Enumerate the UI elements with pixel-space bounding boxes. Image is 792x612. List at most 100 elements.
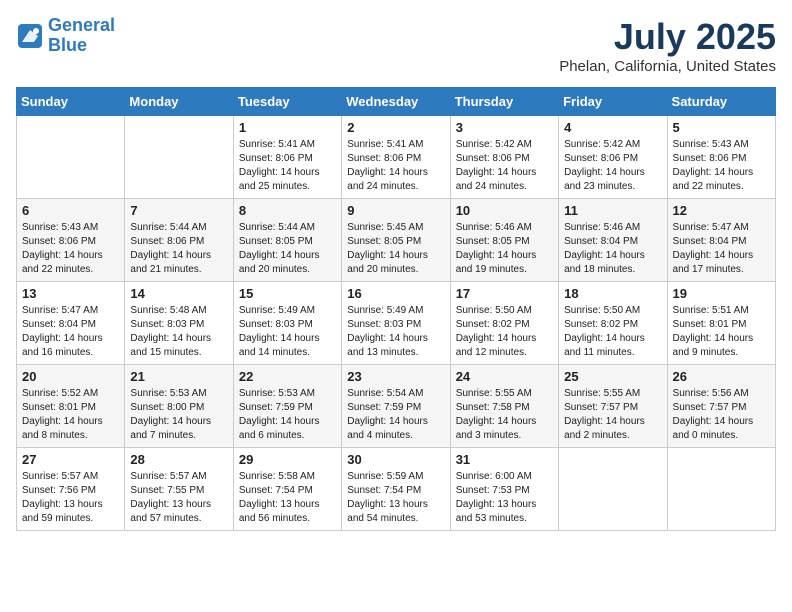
- weekday-header: Monday: [125, 88, 233, 116]
- day-number: 13: [22, 286, 119, 301]
- day-info: Sunrise: 5:45 AM Sunset: 8:05 PM Dayligh…: [347, 221, 444, 277]
- calendar-cell: 28 Sunrise: 5:57 AM Sunset: 7:55 PM Dayli…: [125, 448, 233, 531]
- calendar-cell: 4Sunrise: 5:42 AM Sunset: 8:06 PM Daylig…: [559, 116, 667, 199]
- day-number: 24: [456, 369, 553, 384]
- calendar-week-row: 20 Sunrise: 5:52 AM Sunset: 8:01 PM Dayli…: [17, 365, 776, 448]
- day-info: Sunrise: 5:42 AM Sunset: 8:06 PM Dayligh…: [564, 138, 661, 194]
- day-number: 21: [130, 369, 227, 384]
- day-info: Sunrise: 6:00 AM Sunset: 7:53 PM Dayligh…: [456, 470, 553, 526]
- day-number: 6: [22, 203, 119, 218]
- day-number: 3: [456, 120, 553, 135]
- calendar-cell: 13 Sunrise: 5:47 AM Sunset: 8:04 PM Dayli…: [17, 282, 125, 365]
- day-number: 18: [564, 286, 661, 301]
- day-number: 11: [564, 203, 661, 218]
- day-info: Sunrise: 5:51 AM Sunset: 8:01 PM Dayligh…: [673, 304, 770, 360]
- day-info: Sunrise: 5:47 AM Sunset: 8:04 PM Dayligh…: [673, 221, 770, 277]
- weekday-header: Saturday: [667, 88, 775, 116]
- day-number: 25: [564, 369, 661, 384]
- month-title: July 2025: [559, 16, 776, 58]
- calendar-cell: 11 Sunrise: 5:46 AM Sunset: 8:04 PM Dayli…: [559, 199, 667, 282]
- calendar-week-row: 6 Sunrise: 5:43 AM Sunset: 8:06 PM Daylig…: [17, 199, 776, 282]
- day-info: Sunrise: 5:56 AM Sunset: 7:57 PM Dayligh…: [673, 387, 770, 443]
- day-info: Sunrise: 5:41 AM Sunset: 8:06 PM Dayligh…: [347, 138, 444, 194]
- calendar-cell: 3 Sunrise: 5:42 AM Sunset: 8:06 PM Daylig…: [450, 116, 558, 199]
- calendar-cell: 1Sunrise: 5:41 AM Sunset: 8:06 PM Daylig…: [233, 116, 341, 199]
- day-info: Sunrise: 5:46 AM Sunset: 8:04 PM Dayligh…: [564, 221, 661, 277]
- calendar-cell: 15 Sunrise: 5:49 AM Sunset: 8:03 PM Dayli…: [233, 282, 341, 365]
- calendar-cell: 7 Sunrise: 5:44 AM Sunset: 8:06 PM Daylig…: [125, 199, 233, 282]
- calendar-cell: 29 Sunrise: 5:58 AM Sunset: 7:54 PM Dayli…: [233, 448, 341, 531]
- day-number: 15: [239, 286, 336, 301]
- day-info: Sunrise: 5:53 AM Sunset: 7:59 PM Dayligh…: [239, 387, 336, 443]
- calendar-cell: 20 Sunrise: 5:52 AM Sunset: 8:01 PM Dayli…: [17, 365, 125, 448]
- day-info: Sunrise: 5:52 AM Sunset: 8:01 PM Dayligh…: [22, 387, 119, 443]
- day-info: Sunrise: 5:49 AM Sunset: 8:03 PM Dayligh…: [347, 304, 444, 360]
- day-number: 23: [347, 369, 444, 384]
- day-info: Sunrise: 5:46 AM Sunset: 8:05 PM Dayligh…: [456, 221, 553, 277]
- weekday-header: Friday: [559, 88, 667, 116]
- logo-text: General Blue: [48, 16, 115, 56]
- calendar-cell: 14Sunrise: 5:48 AM Sunset: 8:03 PM Dayli…: [125, 282, 233, 365]
- calendar-cell: 16 Sunrise: 5:49 AM Sunset: 8:03 PM Dayli…: [342, 282, 450, 365]
- calendar-cell: 23 Sunrise: 5:54 AM Sunset: 7:59 PM Dayli…: [342, 365, 450, 448]
- day-number: 19: [673, 286, 770, 301]
- calendar-cell: 9 Sunrise: 5:45 AM Sunset: 8:05 PM Daylig…: [342, 199, 450, 282]
- logo-line2: Blue: [48, 35, 87, 55]
- calendar-week-row: 13 Sunrise: 5:47 AM Sunset: 8:04 PM Dayli…: [17, 282, 776, 365]
- day-info: Sunrise: 5:58 AM Sunset: 7:54 PM Dayligh…: [239, 470, 336, 526]
- day-number: 8: [239, 203, 336, 218]
- calendar-cell: 27 Sunrise: 5:57 AM Sunset: 7:56 PM Dayli…: [17, 448, 125, 531]
- day-info: Sunrise: 5:53 AM Sunset: 8:00 PM Dayligh…: [130, 387, 227, 443]
- day-number: 16: [347, 286, 444, 301]
- calendar-cell: [559, 448, 667, 531]
- day-number: 31: [456, 452, 553, 467]
- calendar-cell: 21 Sunrise: 5:53 AM Sunset: 8:00 PM Dayli…: [125, 365, 233, 448]
- calendar-header-row: SundayMondayTuesdayWednesdayThursdayFrid…: [17, 88, 776, 116]
- day-number: 17: [456, 286, 553, 301]
- calendar-cell: [125, 116, 233, 199]
- calendar-cell: 17Sunrise: 5:50 AM Sunset: 8:02 PM Dayli…: [450, 282, 558, 365]
- weekday-header: Thursday: [450, 88, 558, 116]
- calendar-cell: [667, 448, 775, 531]
- day-number: 26: [673, 369, 770, 384]
- day-number: 1: [239, 120, 336, 135]
- day-info: Sunrise: 5:44 AM Sunset: 8:06 PM Dayligh…: [130, 221, 227, 277]
- day-number: 27: [22, 452, 119, 467]
- day-number: 29: [239, 452, 336, 467]
- day-number: 28: [130, 452, 227, 467]
- calendar-cell: 26 Sunrise: 5:56 AM Sunset: 7:57 PM Dayli…: [667, 365, 775, 448]
- day-info: Sunrise: 5:57 AM Sunset: 7:56 PM Dayligh…: [22, 470, 119, 526]
- weekday-header: Wednesday: [342, 88, 450, 116]
- calendar-cell: 18Sunrise: 5:50 AM Sunset: 8:02 PM Dayli…: [559, 282, 667, 365]
- calendar-cell: 5Sunrise: 5:43 AM Sunset: 8:06 PM Daylig…: [667, 116, 775, 199]
- calendar-cell: 10Sunrise: 5:46 AM Sunset: 8:05 PM Dayli…: [450, 199, 558, 282]
- day-info: Sunrise: 5:49 AM Sunset: 8:03 PM Dayligh…: [239, 304, 336, 360]
- day-info: Sunrise: 5:55 AM Sunset: 7:57 PM Dayligh…: [564, 387, 661, 443]
- calendar-cell: 6 Sunrise: 5:43 AM Sunset: 8:06 PM Daylig…: [17, 199, 125, 282]
- day-number: 5: [673, 120, 770, 135]
- calendar-week-row: 27 Sunrise: 5:57 AM Sunset: 7:56 PM Dayli…: [17, 448, 776, 531]
- day-number: 7: [130, 203, 227, 218]
- logo-line1: General: [48, 15, 115, 35]
- day-info: Sunrise: 5:57 AM Sunset: 7:55 PM Dayligh…: [130, 470, 227, 526]
- day-number: 14: [130, 286, 227, 301]
- calendar-cell: 22 Sunrise: 5:53 AM Sunset: 7:59 PM Dayli…: [233, 365, 341, 448]
- calendar-week-row: 1 Sunrise: 5:41 AM Sunset: 8:06 PM Daylig…: [17, 116, 776, 199]
- day-info: Sunrise: 5:43 AM Sunset: 8:06 PM Dayligh…: [22, 221, 119, 277]
- day-number: 9: [347, 203, 444, 218]
- logo-icon: [16, 22, 44, 50]
- title-block: July 2025 Phelan, California, United Sta…: [559, 16, 776, 75]
- location-title: Phelan, California, United States: [559, 58, 776, 75]
- calendar-cell: 31 Sunrise: 6:00 AM Sunset: 7:53 PM Dayli…: [450, 448, 558, 531]
- day-number: 20: [22, 369, 119, 384]
- day-number: 30: [347, 452, 444, 467]
- day-info: Sunrise: 5:47 AM Sunset: 8:04 PM Dayligh…: [22, 304, 119, 360]
- day-info: Sunrise: 5:54 AM Sunset: 7:59 PM Dayligh…: [347, 387, 444, 443]
- day-info: Sunrise: 5:42 AM Sunset: 8:06 PM Dayligh…: [456, 138, 553, 194]
- day-info: Sunrise: 5:55 AM Sunset: 7:58 PM Dayligh…: [456, 387, 553, 443]
- day-number: 22: [239, 369, 336, 384]
- day-number: 12: [673, 203, 770, 218]
- day-info: Sunrise: 5:44 AM Sunset: 8:05 PM Dayligh…: [239, 221, 336, 277]
- calendar-cell: 12 Sunrise: 5:47 AM Sunset: 8:04 PM Dayli…: [667, 199, 775, 282]
- weekday-header: Tuesday: [233, 88, 341, 116]
